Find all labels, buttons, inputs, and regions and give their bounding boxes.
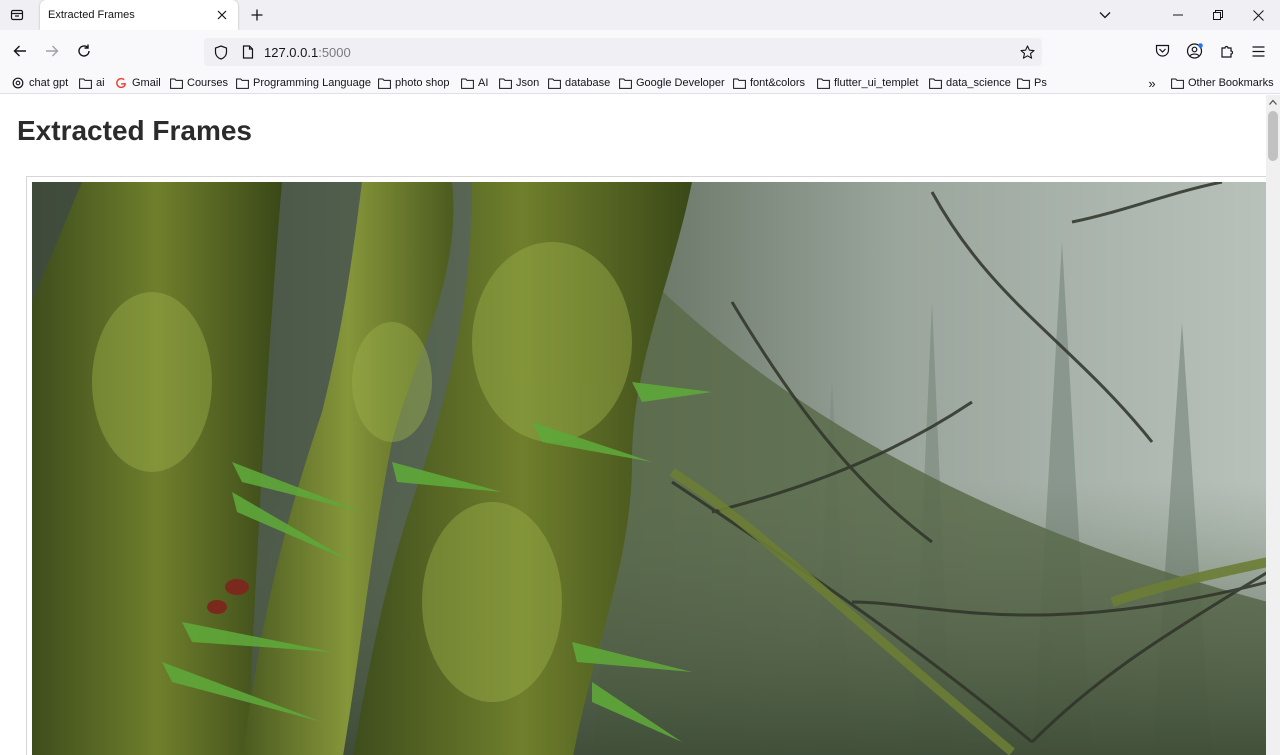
pocket-button[interactable]	[1149, 38, 1175, 64]
account-icon	[1186, 42, 1204, 60]
forward-button[interactable]	[39, 38, 65, 64]
chatgpt-icon	[11, 76, 25, 90]
bookmark-label: ai	[96, 77, 105, 89]
bookmark-label: Google Developer	[636, 77, 725, 89]
arrow-right-icon	[45, 44, 59, 58]
hamburger-menu-icon	[1252, 45, 1265, 57]
bookmark-label: AI	[478, 77, 489, 89]
folder-icon	[547, 76, 561, 90]
shield-icon[interactable]	[212, 43, 230, 61]
scroll-up-arrow-icon[interactable]	[1266, 95, 1280, 109]
bookmarks-toolbar: chat gpt ai Gmail Courses Programming La…	[0, 72, 1280, 94]
bookmark-star-icon[interactable]	[1018, 43, 1036, 61]
back-button[interactable]	[7, 38, 33, 64]
bookmark-label: Programming Language	[253, 77, 372, 89]
bookmark-label: Gmail	[132, 77, 161, 89]
page-scrollbar[interactable]	[1266, 95, 1280, 755]
tab-title: Extracted Frames	[48, 9, 135, 21]
new-tab-button[interactable]	[246, 4, 268, 26]
folder-icon	[928, 76, 942, 90]
bookmark-label: font&colors	[750, 77, 806, 89]
bookmark-folder-photo-shop[interactable]: photo shop	[377, 75, 449, 91]
close-icon	[1252, 9, 1264, 21]
bookmark-label: photo shop	[395, 77, 450, 89]
bookmark-label: Courses	[187, 77, 228, 89]
url-port: :5000	[318, 44, 351, 60]
bookmark-folder-json[interactable]: Json	[498, 75, 539, 91]
bookmark-folder-google-developer[interactable]: Google Developer	[618, 75, 725, 91]
bookmark-label: Ps	[1034, 77, 1047, 89]
bookmark-label: flutter_ui_templet	[834, 77, 919, 89]
chevron-down-icon	[1099, 11, 1111, 19]
folder-icon	[1016, 76, 1030, 90]
bookmarks-overflow-chevron-icon[interactable]: »	[1144, 75, 1160, 91]
frame-card	[26, 176, 1266, 755]
account-button[interactable]	[1182, 38, 1208, 64]
page-icon[interactable]	[240, 43, 256, 61]
tab-list-button[interactable]	[6, 4, 28, 26]
page-viewport: Extracted Frames	[0, 95, 1266, 755]
bookmark-gmail[interactable]: Gmail	[114, 75, 161, 91]
restore-button[interactable]	[1198, 0, 1238, 30]
bookmark-label: data_science	[946, 77, 1011, 89]
extensions-button[interactable]	[1214, 38, 1240, 64]
folder-icon	[732, 76, 746, 90]
navigation-toolbar: 127.0.0.1:5000	[0, 30, 1280, 72]
other-bookmarks[interactable]: Other Bookmarks	[1170, 75, 1274, 91]
puzzle-icon	[1220, 44, 1235, 59]
bookmark-folder-flutter-ui-templet[interactable]: flutter_ui_templet	[816, 75, 918, 91]
bookmark-folder-courses[interactable]: Courses	[169, 75, 228, 91]
folder-icon	[78, 76, 92, 90]
url-bar[interactable]: 127.0.0.1:5000	[204, 38, 1042, 66]
tab-list-icon	[10, 8, 24, 22]
app-menu-button[interactable]	[1245, 38, 1271, 64]
bookmark-label: Json	[516, 77, 540, 89]
folder-icon	[618, 76, 632, 90]
active-tab[interactable]: Extracted Frames	[40, 0, 238, 30]
folder-icon	[235, 76, 249, 90]
folder-icon	[1170, 76, 1184, 90]
folder-icon	[816, 76, 830, 90]
other-bookmarks-label: Other Bookmarks	[1188, 77, 1274, 89]
folder-icon	[460, 76, 474, 90]
minimize-icon	[1173, 10, 1183, 20]
folder-icon	[169, 76, 183, 90]
reload-button[interactable]	[71, 38, 97, 64]
reload-icon	[77, 44, 91, 58]
scrollbar-thumb[interactable]	[1268, 111, 1278, 161]
page-title: Extracted Frames	[17, 115, 253, 146]
url-text[interactable]: 127.0.0.1:5000	[264, 45, 351, 60]
restore-icon	[1213, 10, 1223, 20]
plus-icon	[251, 9, 263, 21]
folder-icon	[377, 76, 391, 90]
bookmark-folder-ai[interactable]: ai	[78, 75, 105, 91]
extracted-frame-image	[32, 182, 1266, 755]
close-window-button[interactable]	[1238, 0, 1278, 30]
url-host: 127.0.0.1	[264, 44, 319, 60]
tab-strip: Extracted Frames	[0, 0, 1280, 30]
google-icon	[114, 76, 128, 90]
bookmark-chat-gpt[interactable]: chat gpt	[11, 75, 68, 91]
bookmark-folder-ps[interactable]: Ps	[1016, 75, 1047, 91]
bookmark-folder-programming-language[interactable]: Programming Language	[235, 75, 371, 91]
bookmark-label: database	[565, 77, 611, 89]
list-all-tabs-button[interactable]	[1094, 4, 1116, 26]
arrow-left-icon	[13, 44, 27, 58]
pocket-icon	[1155, 44, 1170, 58]
bookmark-folder-database[interactable]: database	[547, 75, 610, 91]
bookmark-folder-data-science[interactable]: data_science	[928, 75, 1011, 91]
folder-icon	[498, 76, 512, 90]
bookmark-label: chat gpt	[29, 77, 69, 89]
bookmark-folder-AI[interactable]: AI	[460, 75, 488, 91]
bookmark-folder-font-colors[interactable]: font&colors	[732, 75, 805, 91]
tab-close-icon[interactable]	[212, 5, 232, 25]
minimize-button[interactable]	[1158, 0, 1198, 30]
